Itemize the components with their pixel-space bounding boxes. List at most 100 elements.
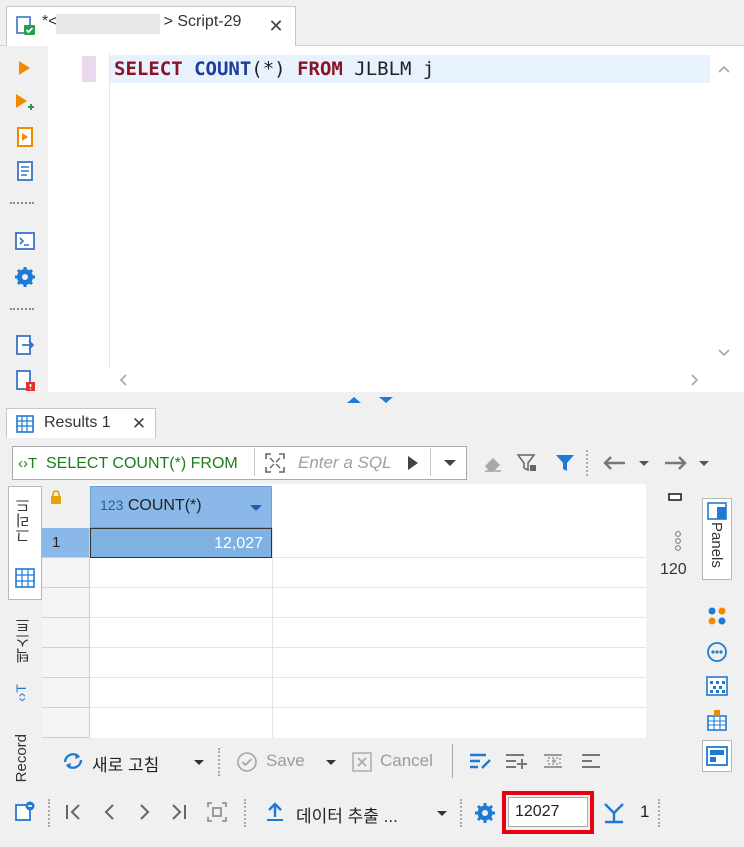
column-name: COUNT(*): [127, 497, 202, 514]
forward-arrow-icon[interactable]: [660, 450, 690, 476]
export-upload-icon[interactable]: [262, 799, 288, 825]
fetch-all-icon[interactable]: [600, 799, 628, 827]
tab-text-label: 텍스트: [15, 618, 32, 663]
column-header-label: 123 COUNT(*): [100, 497, 202, 515]
selected-cell-count-value[interactable]: 12,027: [90, 528, 272, 558]
sql-keyword-select: SELECT: [114, 58, 183, 80]
minimize-panel-icon[interactable]: [664, 490, 686, 504]
value-viewer-icon[interactable]: [704, 674, 730, 698]
script-error-icon[interactable]: [12, 368, 38, 394]
close-results-tab-icon[interactable]: ✕: [128, 413, 150, 435]
scroll-down-icon[interactable]: [714, 344, 734, 362]
settings-gear-icon[interactable]: [12, 264, 38, 290]
filter-input[interactable]: Enter a SQL: [298, 453, 392, 473]
row-number[interactable]: 1: [42, 528, 90, 558]
panel-menu-dots-icon[interactable]: [672, 530, 684, 552]
back-arrow-icon[interactable]: [600, 450, 630, 476]
close-editor-tab-icon[interactable]: ✕: [264, 14, 288, 38]
editor-vertical-scrollbar[interactable]: [710, 52, 738, 368]
save-button[interactable]: Save: [266, 751, 305, 771]
last-page-icon[interactable]: [166, 799, 192, 825]
results-tab-label: Results 1: [44, 414, 111, 431]
next-page-icon[interactable]: [132, 799, 158, 825]
cancel-button[interactable]: Cancel: [380, 751, 433, 771]
numeric-type-badge: 123: [100, 497, 124, 513]
previous-page-icon[interactable]: [96, 799, 122, 825]
sql-keyword-from: FROM: [297, 58, 343, 80]
toolbar-separator: [48, 799, 50, 827]
fetch-page-icon[interactable]: [204, 799, 230, 825]
sql-text[interactable]: SELECT COUNT(*) FROM JLBLM j: [114, 57, 434, 81]
explain-plan-icon[interactable]: [12, 158, 38, 184]
execute-statement-icon[interactable]: [12, 56, 36, 80]
tab-record-label: Record: [13, 734, 30, 783]
redacted-path: [56, 14, 160, 34]
editor-results-splitter[interactable]: [0, 392, 744, 408]
row-number-empty: [42, 558, 90, 588]
filter-divider: [430, 448, 431, 476]
scroll-right-icon[interactable]: [686, 371, 704, 389]
editor-horizontal-scrollbar[interactable]: [110, 368, 710, 392]
filter-settings-icon[interactable]: [514, 450, 540, 476]
row-number-empty: [42, 708, 90, 738]
export-dropdown-icon[interactable]: [432, 803, 452, 823]
row-number-empty: [42, 588, 90, 618]
scroll-up-icon[interactable]: [714, 60, 734, 78]
gutter-separator: [10, 308, 34, 310]
results-grid-icon: [14, 413, 36, 435]
sql-editor[interactable]: [64, 52, 710, 368]
toolbar-separator: [586, 450, 588, 476]
fetch-settings-gear-icon[interactable]: [472, 800, 498, 826]
filter-funnel-icon[interactable]: [552, 450, 578, 476]
refresh-button[interactable]: 새로 고침: [92, 751, 159, 776]
value-preview: 120: [660, 561, 687, 578]
save-dropdown-icon[interactable]: [322, 752, 340, 772]
export-data-button[interactable]: 데이터 추출 ...: [296, 802, 398, 827]
record-mode-icon[interactable]: [12, 798, 38, 824]
delete-row-icon[interactable]: [578, 748, 606, 774]
clear-filter-eraser-icon[interactable]: [480, 450, 506, 476]
forward-dropdown-icon[interactable]: [694, 452, 714, 474]
panels-tab-label: Panels: [708, 522, 725, 568]
cancel-x-icon[interactable]: [350, 750, 374, 774]
apply-filter-icon[interactable]: [402, 451, 424, 475]
copy-row-icon[interactable]: [540, 748, 568, 774]
back-dropdown-icon[interactable]: [634, 452, 654, 474]
tab-title-name: > Script-29: [163, 13, 242, 30]
row-count-label: 1: [640, 802, 650, 821]
execute-in-new-tab-icon[interactable]: [12, 90, 38, 116]
refresh-icon[interactable]: [60, 748, 86, 774]
script-file-icon: [14, 14, 38, 38]
scroll-left-icon[interactable]: [114, 371, 132, 389]
table-row: [90, 678, 646, 708]
tab-grid-label: 그리드: [15, 498, 32, 543]
line-number-ruler: [64, 52, 110, 368]
execute-script-icon[interactable]: [12, 124, 38, 150]
toolbar-separator: [244, 799, 246, 827]
export-script-icon[interactable]: [12, 332, 38, 358]
table-row: [90, 588, 646, 618]
column-sort-dropdown-icon[interactable]: [244, 498, 268, 518]
table-row: [90, 618, 646, 648]
calculations-icon[interactable]: [704, 708, 730, 732]
refresh-dropdown-icon[interactable]: [190, 752, 208, 772]
add-row-icon[interactable]: [502, 748, 530, 774]
maximize-editor-icon[interactable]: [342, 394, 366, 406]
filter-divider: [254, 448, 255, 476]
maximize-results-icon[interactable]: [374, 394, 398, 406]
edit-row-icon[interactable]: [466, 748, 494, 774]
references-icon[interactable]: [704, 640, 730, 664]
filter-query-text: SELECT COUNT(*) FROM: [46, 455, 238, 472]
filter-history-dropdown-icon[interactable]: [438, 451, 462, 475]
expand-filter-icon[interactable]: [262, 450, 288, 476]
toolbar-separator: [452, 744, 453, 778]
row-number-empty: [42, 618, 90, 648]
toolbar-separator: [218, 748, 220, 776]
console-icon[interactable]: [12, 228, 38, 254]
text-view-icon: ‹›T: [13, 684, 29, 702]
grouping-icon[interactable]: [704, 604, 730, 628]
save-check-icon[interactable]: [234, 749, 260, 775]
first-page-icon[interactable]: [60, 799, 86, 825]
highlight-annotation-box: [502, 791, 594, 834]
toolbar-separator: [460, 799, 462, 827]
